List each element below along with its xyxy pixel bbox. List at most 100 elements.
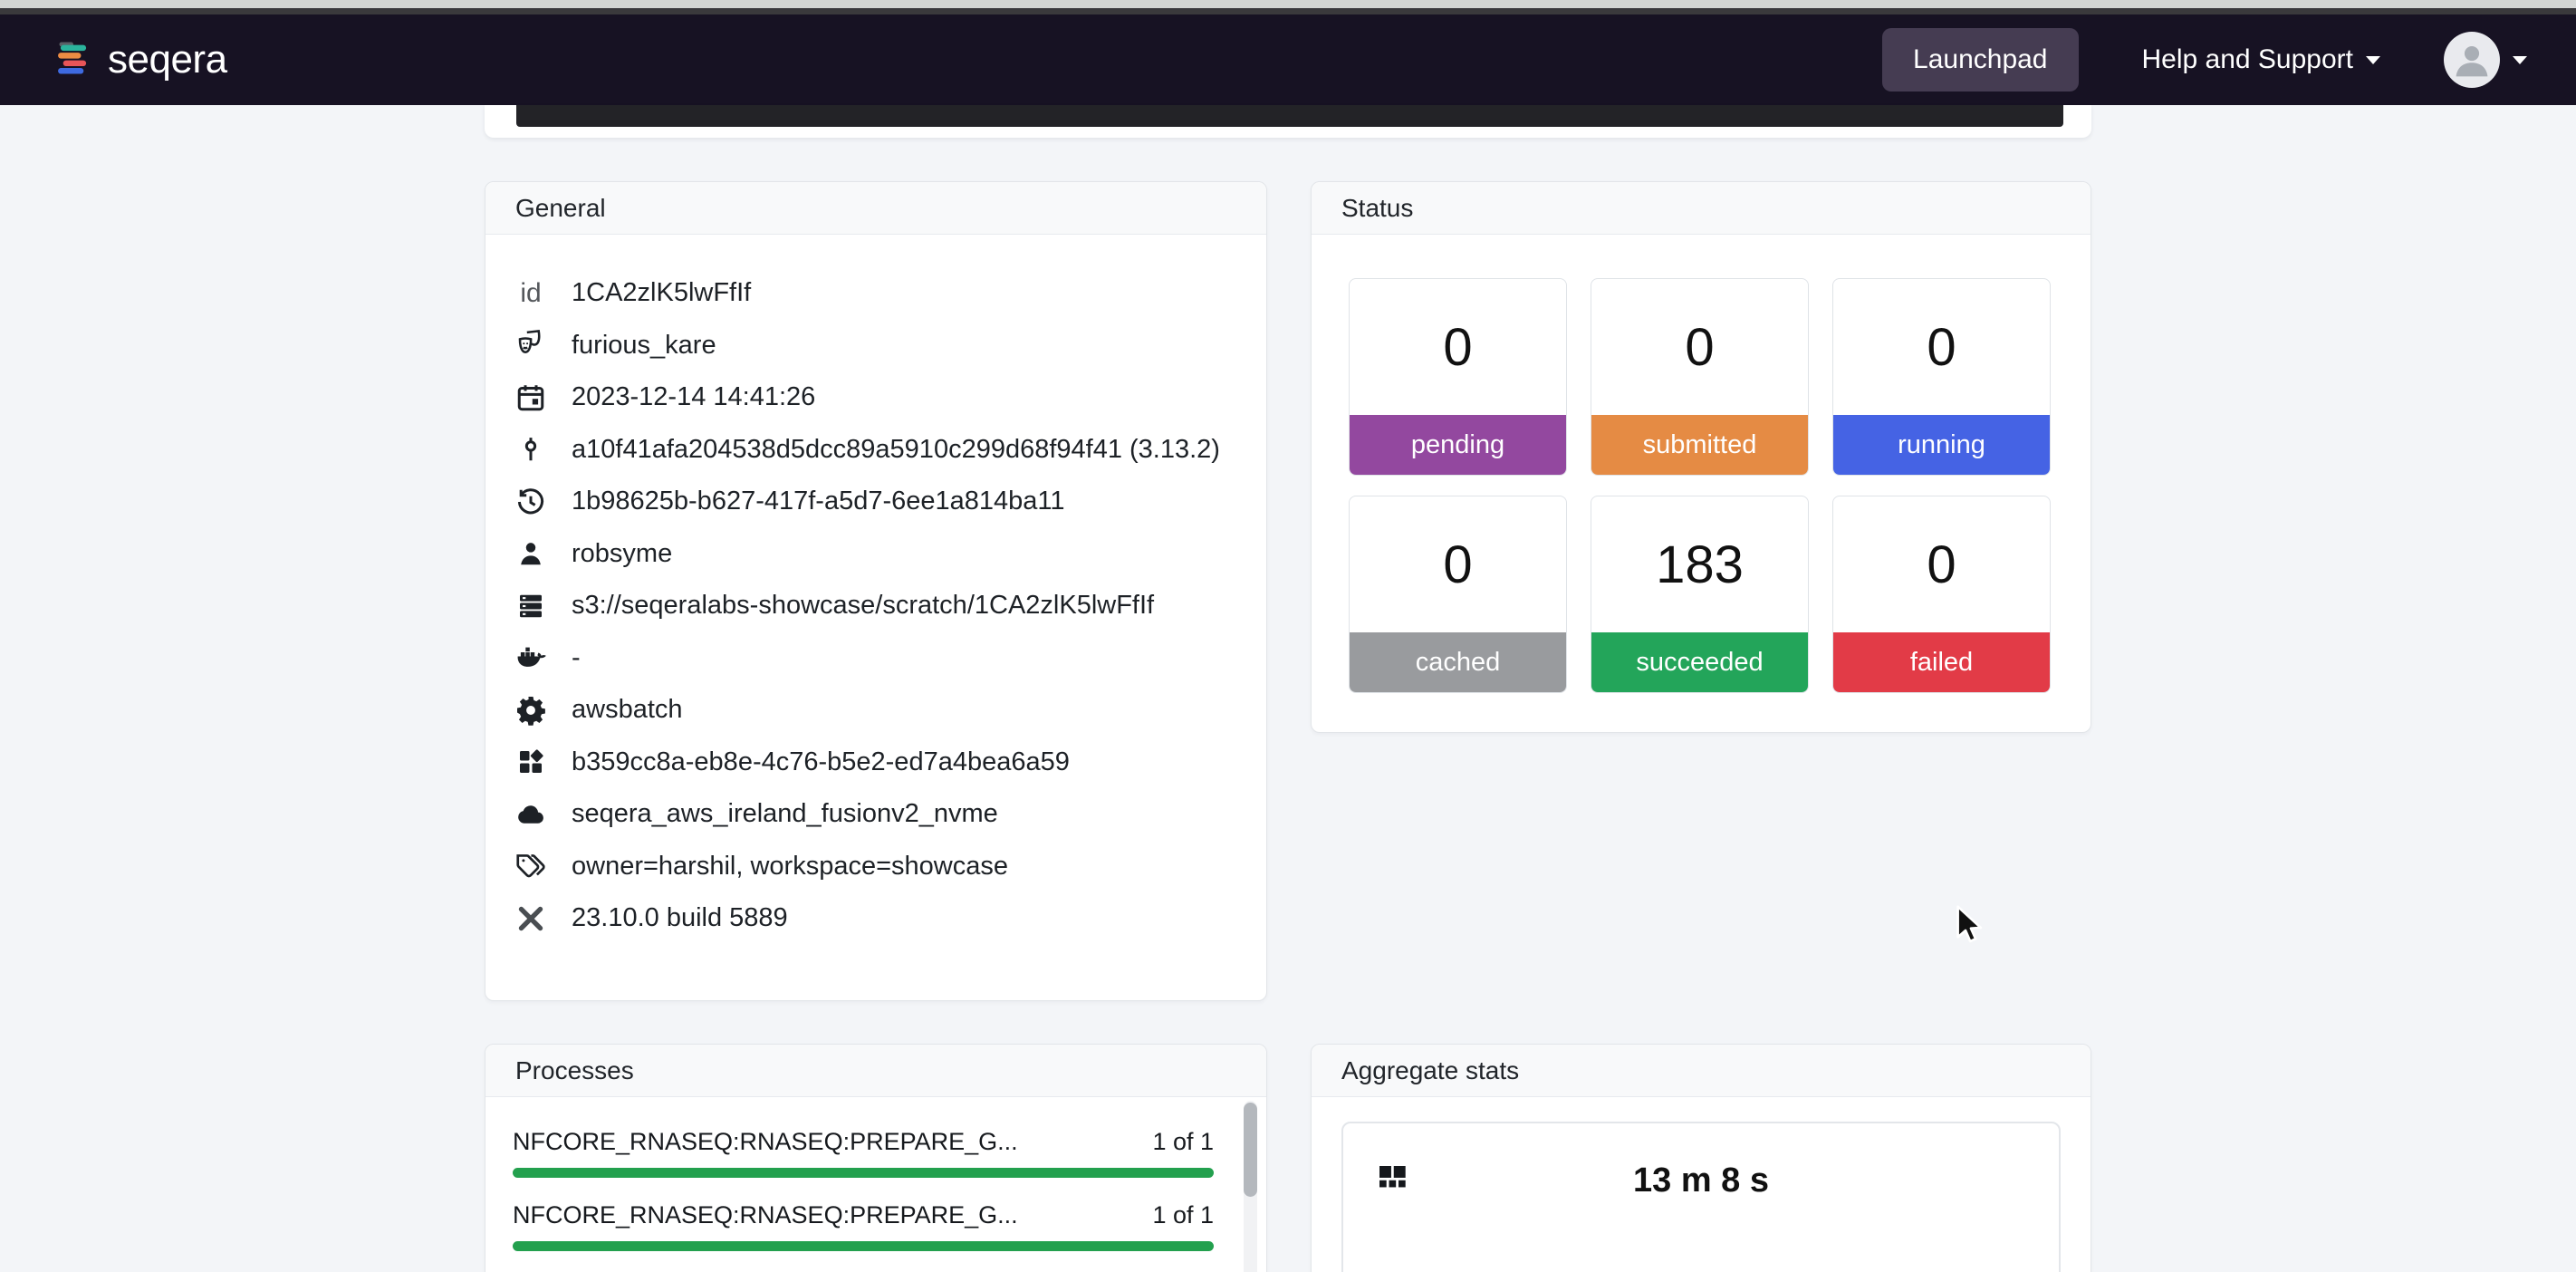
help-and-support-menu[interactable]: Help and Support: [2142, 44, 2381, 75]
commit-id-value: a10f41afa204538d5dcc89a5910c299d68f94f41…: [572, 435, 1220, 465]
process-list: NFCORE_RNASEQ:RNASEQ:PREPARE_G...1 of 1N…: [513, 1128, 1214, 1251]
main-content: General id 1CA2zlK5lwFfIf furious_kare 2023…: [485, 105, 2091, 1272]
process-name: NFCORE_RNASEQ:RNASEQ:PREPARE_G...: [513, 1201, 1018, 1229]
launch-user-value: robsyme: [572, 539, 672, 569]
docker-icon: [513, 641, 549, 674]
run-name-value: furious_kare: [572, 331, 716, 361]
seqera-run-detail-page: seqera Launchpad Help and Support: [0, 0, 2576, 1272]
field-label: id: [513, 278, 549, 309]
chevron-down-icon: [2513, 56, 2527, 64]
user-menu[interactable]: [2444, 32, 2527, 88]
person-icon: [2452, 40, 2492, 80]
status-label-running: running: [1833, 415, 2050, 475]
status-tile-submitted: 0submitted: [1591, 278, 1809, 476]
executor-value: awsbatch: [572, 695, 683, 725]
mouse-cursor: [1949, 902, 1991, 944]
general-rows: id 1CA2zlK5lwFfIf furious_kare 2023-12-14 1…: [485, 235, 1266, 945]
blocks-icon: [513, 746, 549, 778]
status-label-pending: pending: [1350, 415, 1566, 475]
browser-chrome-strip: [0, 0, 2576, 8]
status-count-cached: 0: [1350, 496, 1566, 632]
run-header-card: [485, 105, 2091, 138]
nextflow-version-value: 23.10.0 build 5889: [572, 903, 788, 933]
process-task-count: 1 of 1: [1152, 1201, 1214, 1229]
work-directory-row: s3://seqeralabs-showcase/scratch/1CA2zlK…: [513, 580, 1236, 632]
work-directory-value: s3://seqeralabs-showcase/scratch/1CA2zlK…: [572, 591, 1154, 621]
labels-row: owner=harshil, workspace=showcase: [513, 841, 1236, 893]
compute-env-name-row: seqera_aws_ireland_fusionv2_nvme: [513, 788, 1236, 841]
processes-card: Processes NFCORE_RNASEQ:RNASEQ:PREPARE_G…: [485, 1044, 1267, 1272]
top-navbar: seqera Launchpad Help and Support: [0, 14, 2576, 105]
history-icon: [513, 486, 549, 518]
start-date-row: 2023-12-14 14:41:26: [513, 371, 1236, 424]
status-count-failed: 0: [1833, 496, 2050, 632]
browser-chrome-line: [0, 8, 2576, 14]
commit-icon: [513, 433, 549, 466]
status-tile-succeeded: 183succeeded: [1591, 496, 1809, 693]
status-count-running: 0: [1833, 279, 2050, 415]
status-count-succeeded: 183: [1591, 496, 1808, 632]
launchpad-button[interactable]: Launchpad: [1882, 28, 2078, 92]
total-duration-box: 13 m 8 s: [1341, 1122, 2061, 1272]
status-tile-pending: 0pending: [1349, 278, 1567, 476]
workflow-id-row: id 1CA2zlK5lwFfIf: [513, 267, 1236, 320]
status-tile-cached: 0cached: [1349, 496, 1567, 693]
status-label-submitted: submitted: [1591, 415, 1808, 475]
status-tiles: 0pending0submitted0running0cached183succ…: [1312, 235, 2091, 733]
general-card: General id 1CA2zlK5lwFfIf furious_kare 2023…: [485, 181, 1267, 1001]
brand-name: seqera: [108, 37, 227, 82]
process-progress-bar: [513, 1168, 1214, 1178]
help-and-support-label: Help and Support: [2142, 44, 2354, 75]
storage-icon: [513, 590, 549, 622]
nextflow-icon: [513, 902, 549, 935]
executor-row: awsbatch: [513, 684, 1236, 737]
general-card-title: General: [485, 182, 1266, 235]
status-label-cached: cached: [1350, 632, 1566, 692]
status-label-failed: failed: [1833, 632, 2050, 692]
cloud-icon: [513, 798, 549, 831]
calendar-icon: [513, 381, 549, 414]
container-row: -: [513, 632, 1236, 685]
start-date-value: 2023-12-14 14:41:26: [572, 382, 815, 412]
nextflow-version-row: 23.10.0 build 5889: [513, 892, 1236, 945]
aggregate-stats-card: Aggregate stats 13 m 8 s: [1311, 1044, 2091, 1272]
chevron-down-icon: [2366, 56, 2380, 64]
processes-scrollbar[interactable]: [1244, 1101, 1257, 1272]
status-tile-failed: 0failed: [1832, 496, 2051, 693]
user-icon: [513, 537, 549, 570]
status-card: Status 0pending0submitted0running0cached…: [1311, 181, 2091, 733]
compute-env-name-value: seqera_aws_ireland_fusionv2_nvme: [572, 799, 998, 829]
masks-icon: [513, 329, 549, 361]
seqera-logo-icon: [52, 38, 95, 82]
commit-id-row: a10f41afa204538d5dcc89a5910c299d68f94f41…: [513, 424, 1236, 477]
process-progress-bar: [513, 1241, 1214, 1251]
command-log-box: [516, 105, 2063, 127]
seqera-brand[interactable]: seqera: [52, 37, 227, 82]
processes-card-title: Processes: [485, 1045, 1266, 1097]
compute-env-id-row: b359cc8a-eb8e-4c76-b5e2-ed7a4bea6a59: [513, 737, 1236, 789]
status-count-pending: 0: [1350, 279, 1566, 415]
workflow-id-value: 1CA2zlK5lwFfIf: [572, 278, 751, 308]
labels-value: owner=harshil, workspace=showcase: [572, 852, 1008, 882]
process-name: NFCORE_RNASEQ:RNASEQ:PREPARE_G...: [513, 1128, 1018, 1156]
session-id-row: 1b98625b-b627-417f-a5d7-6ee1a814ba11: [513, 476, 1236, 528]
wall-icon: [1373, 1160, 1411, 1198]
status-label-succeeded: succeeded: [1591, 632, 1808, 692]
gear-icon: [513, 694, 549, 727]
run-name-row: furious_kare: [513, 320, 1236, 372]
status-count-submitted: 0: [1591, 279, 1808, 415]
session-id-value: 1b98625b-b627-417f-a5d7-6ee1a814ba11: [572, 487, 1065, 516]
status-card-title: Status: [1312, 182, 2091, 235]
avatar: [2444, 32, 2500, 88]
process-item: NFCORE_RNASEQ:RNASEQ:PREPARE_G... 1 of 1: [513, 1128, 1214, 1178]
tags-icon: [513, 850, 549, 882]
processes-scrollbar-thumb[interactable]: [1244, 1103, 1257, 1197]
launch-user-row: robsyme: [513, 528, 1236, 581]
total-duration-value: 13 m 8 s: [1343, 1161, 2059, 1200]
status-tile-running: 0running: [1832, 278, 2051, 476]
aggregate-card-title: Aggregate stats: [1312, 1045, 2091, 1097]
container-value: -: [572, 643, 581, 673]
compute-env-id-value: b359cc8a-eb8e-4c76-b5e2-ed7a4bea6a59: [572, 747, 1070, 777]
process-item: NFCORE_RNASEQ:RNASEQ:PREPARE_G... 1 of 1: [513, 1201, 1214, 1251]
process-task-count: 1 of 1: [1152, 1128, 1214, 1156]
